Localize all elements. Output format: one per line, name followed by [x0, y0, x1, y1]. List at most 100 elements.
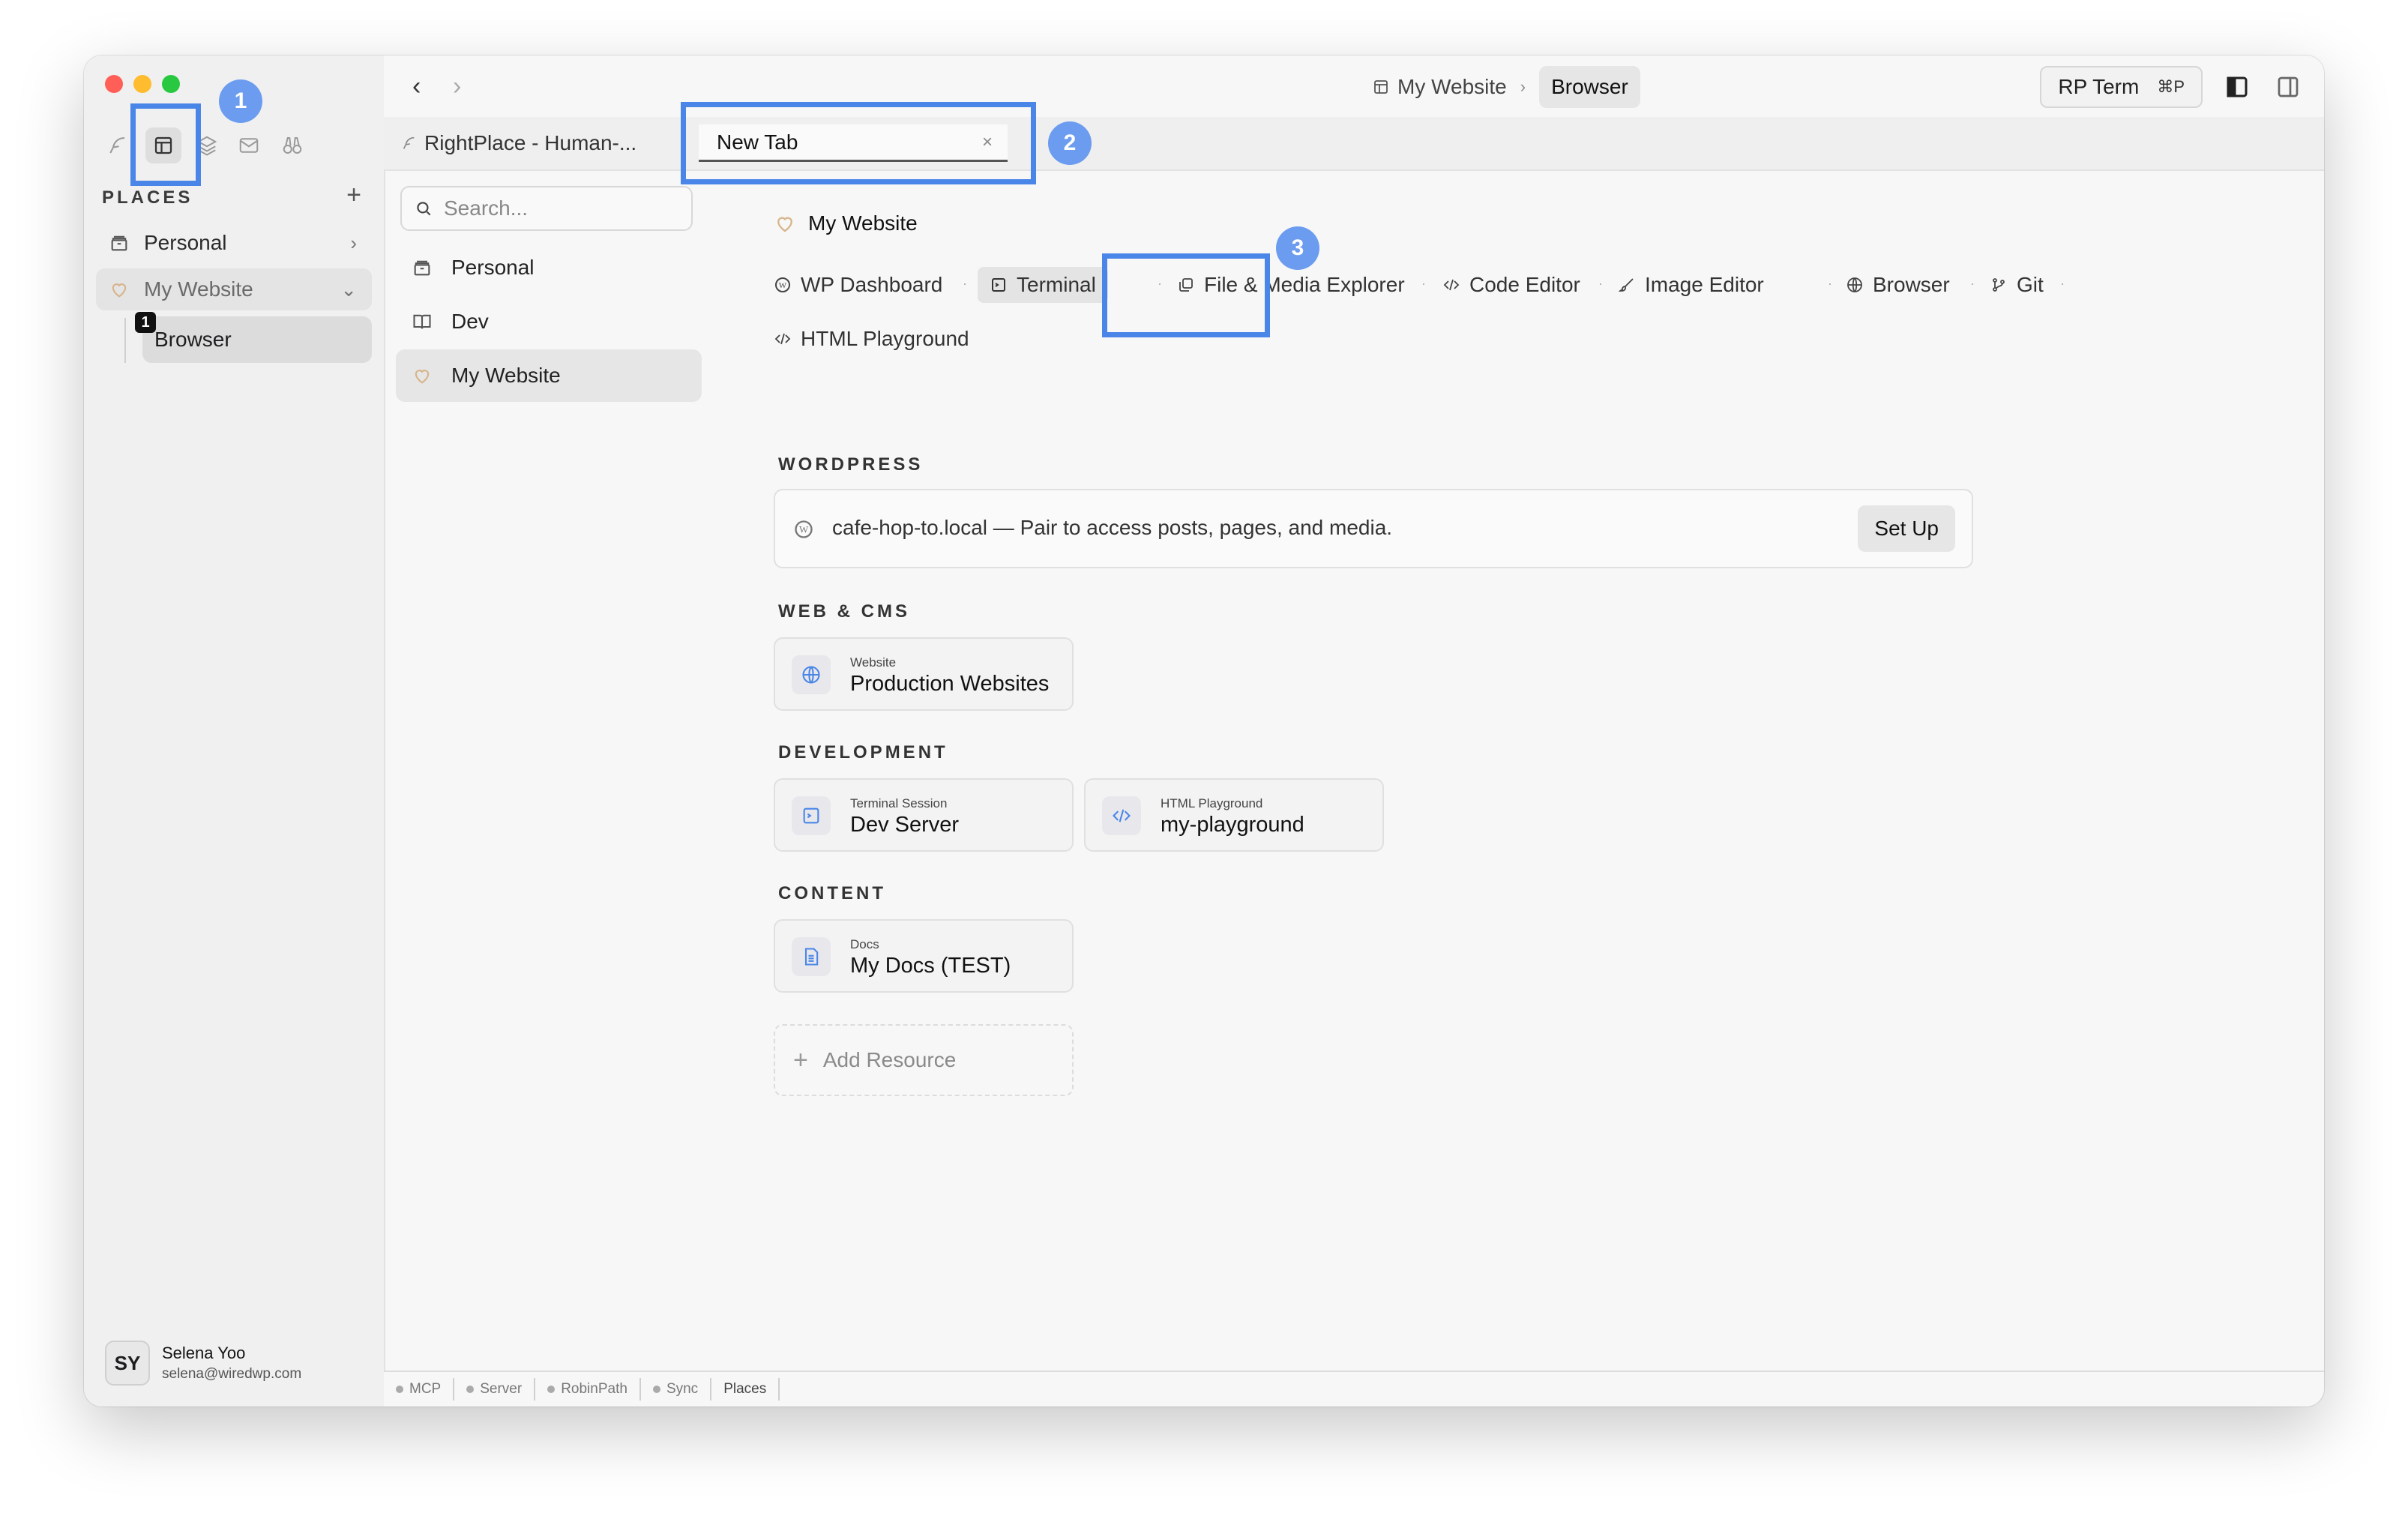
card-label: Terminal Session [850, 796, 948, 810]
tab-bar: RightPlace - Human-... New Tab × [384, 117, 2324, 171]
status-label: Server [480, 1381, 523, 1397]
list-item-label: Personal [451, 256, 535, 279]
tool-label: Code Editor [1469, 273, 1580, 296]
tool-html-playground[interactable]: HTML Playground [774, 321, 969, 357]
annotation-badge-1: 1 [219, 79, 262, 123]
tool-browser[interactable]: Browser [1846, 267, 1950, 303]
places-list-panel: Search... Personal Dev My Website [384, 169, 702, 1372]
terminal-icon [792, 796, 831, 835]
sidebar-item-my-website[interactable]: My Website ⌄ [96, 268, 372, 310]
status-server[interactable]: Server [454, 1378, 536, 1401]
book-icon [408, 307, 436, 336]
tool-wp-dashboard[interactable]: W WP Dashboard [774, 267, 942, 303]
list-item-personal[interactable]: Personal [396, 241, 702, 294]
status-sync[interactable]: Sync [641, 1378, 712, 1401]
search-input[interactable]: Search... [400, 186, 693, 231]
annotation-badge-3: 3 [1276, 226, 1319, 270]
separator-dot: · [1828, 276, 1832, 291]
wordpress-row: W cafe-hop-to.local — Pair to access pos… [774, 489, 1973, 568]
breadcrumb-parent[interactable]: My Website [1397, 75, 1507, 99]
brush-icon [1618, 278, 1634, 292]
set-up-button[interactable]: Set Up [1858, 505, 1955, 552]
top-bar: ‹ › My Website › Browser RP Term ⌘P [384, 55, 2324, 117]
resource-card-docs[interactable]: Docs My Docs (TEST) [774, 919, 1074, 993]
resource-card-website[interactable]: Website Production Websites [774, 637, 1074, 711]
document-icon [792, 937, 831, 976]
places-header: PLACES [102, 187, 193, 208]
sidebar-feather-icon[interactable] [99, 127, 135, 163]
code-icon [774, 333, 791, 345]
separator-dot: · [1598, 276, 1603, 291]
highlight-box-1 [130, 103, 201, 186]
section-web-cms: WEB & CMS [778, 601, 910, 622]
add-place-button[interactable]: + [339, 180, 369, 210]
feather-icon [403, 136, 415, 149]
annotation-badge-2: 2 [1048, 121, 1092, 165]
add-resource-button[interactable]: + Add Resource [774, 1024, 1074, 1096]
status-bar: MCP Server RobinPath Sync Places [384, 1371, 2324, 1407]
tool-image-editor[interactable]: Image Editor [1618, 267, 1764, 303]
wordpress-icon: W [795, 520, 813, 538]
zoom-window-button[interactable] [162, 75, 180, 93]
status-places[interactable]: Places [711, 1378, 780, 1401]
chevron-right-icon: › [350, 231, 357, 254]
sidebar-item-personal[interactable]: Personal › [96, 222, 372, 264]
layout-icon [1374, 80, 1388, 94]
minimize-window-button[interactable] [133, 75, 151, 93]
wordpress-icon: W [775, 277, 790, 292]
sidebar-item-label: My Website [144, 277, 253, 301]
main-content: My Website W WP Dashboard · Terminal · F… [699, 169, 2324, 1372]
card-label: HTML Playground [1161, 796, 1263, 810]
tree-line [124, 318, 126, 363]
sidebar-item-browser[interactable]: Browser [142, 316, 372, 363]
user-profile[interactable]: SY Selena Yoo selena@wiredwp.com [105, 1341, 301, 1386]
sidebar-binoculars-icon[interactable] [274, 127, 310, 163]
tab-rightplace[interactable]: RightPlace - Human-... [400, 124, 636, 162]
status-dot-icon [466, 1386, 475, 1393]
card-value: my-playground [1161, 813, 1304, 837]
tool-code-editor[interactable]: Code Editor [1442, 267, 1580, 303]
user-name: Selena Yoo [162, 1344, 246, 1362]
heart-icon [777, 217, 792, 232]
status-label: RobinPath [561, 1381, 627, 1397]
close-window-button[interactable] [105, 75, 123, 93]
section-development: DEVELOPMENT [778, 742, 948, 762]
status-dot-icon [652, 1386, 660, 1393]
separator-dot: · [1421, 276, 1426, 291]
status-mcp[interactable]: MCP [384, 1378, 455, 1401]
tool-terminal[interactable]: Terminal [978, 267, 1108, 303]
breadcrumb-current[interactable]: Browser [1539, 66, 1640, 108]
status-robinpath[interactable]: RobinPath [535, 1378, 641, 1401]
chevron-down-icon: ⌄ [340, 277, 357, 301]
forward-arrow-icon[interactable]: › [453, 72, 461, 101]
page-title: My Website [774, 211, 918, 235]
sidebar-mail-icon[interactable] [231, 127, 267, 163]
status-label: Places [723, 1381, 767, 1397]
tool-git[interactable]: Git [1990, 267, 2044, 303]
card-value: My Docs (TEST) [850, 954, 1011, 978]
user-email: selena@wiredwp.com [162, 1366, 302, 1382]
card-value: Production Websites [850, 672, 1050, 696]
tool-label: Browser [1873, 273, 1950, 296]
avatar: SY [105, 1341, 150, 1386]
resource-card-playground[interactable]: HTML Playground my-playground [1084, 778, 1384, 852]
sidebar: PLACES + Personal › My Website ⌄ Browser… [84, 55, 385, 1407]
page-title-text: My Website [808, 211, 918, 235]
rp-term-button[interactable]: RP Term ⌘P [2040, 66, 2203, 108]
tool-label: Image Editor [1645, 273, 1764, 296]
toggle-right-panel-icon[interactable] [2275, 73, 2302, 100]
resource-card-dev-server[interactable]: Terminal Session Dev Server [774, 778, 1074, 852]
list-item-my-website[interactable]: My Website [396, 349, 702, 402]
wordpress-pair-text: cafe-hop-to.local — Pair to access posts… [832, 516, 1393, 539]
tab-label: RightPlace - Human-... [424, 131, 637, 154]
highlight-box-2 [681, 102, 1036, 184]
sidebar-item-label: Personal [144, 231, 227, 254]
tool-label: Git [2017, 273, 2044, 296]
list-item-dev[interactable]: Dev [396, 295, 702, 348]
back-arrow-icon[interactable]: ‹ [412, 72, 421, 101]
search-placeholder: Search... [444, 196, 529, 220]
toggle-left-panel-icon[interactable] [2224, 73, 2251, 100]
separator-dot: · [1970, 276, 1975, 291]
archive-box-icon [106, 230, 132, 256]
tool-label: Terminal [1017, 273, 1096, 296]
